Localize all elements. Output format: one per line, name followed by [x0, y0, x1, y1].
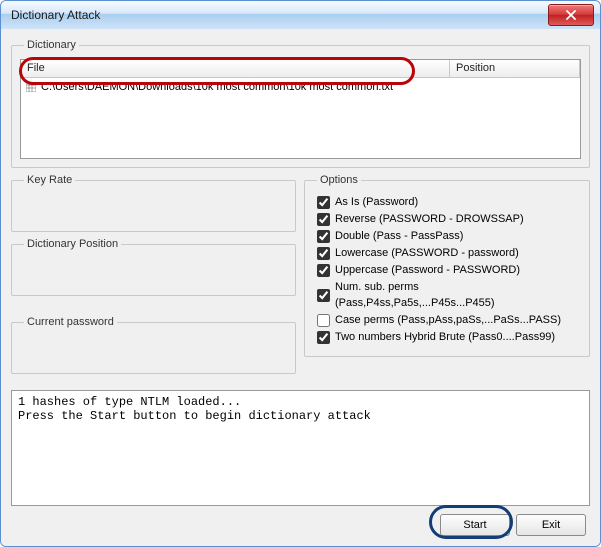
option-label: Two numbers Hybrid Brute (Pass0....Pass9… [335, 329, 555, 345]
option-checkbox[interactable] [317, 213, 330, 226]
options-legend: Options [317, 174, 361, 186]
option-checkbox[interactable] [317, 247, 330, 260]
option-checkbox[interactable] [317, 289, 330, 302]
option-checkbox[interactable] [317, 264, 330, 277]
option-row[interactable]: Reverse (PASSWORD - DROWSSAP) [317, 211, 581, 227]
option-row[interactable]: Double (Pass - PassPass) [317, 228, 581, 244]
option-row[interactable]: Two numbers Hybrid Brute (Pass0....Pass9… [317, 329, 581, 345]
option-label: Num. sub. perms (Pass,P4ss,Pa5s,...P45s.… [335, 279, 581, 311]
column-header-file[interactable]: File [21, 60, 450, 78]
option-checkbox[interactable] [317, 331, 330, 344]
close-icon [565, 10, 577, 20]
option-label: As Is (Password) [335, 194, 418, 210]
dictionary-legend: Dictionary [24, 39, 79, 51]
grid-icon [25, 81, 37, 93]
column-header-position[interactable]: Position [450, 60, 580, 78]
option-label: Reverse (PASSWORD - DROWSSAP) [335, 211, 524, 227]
file-list-body: C:\Users\DAEMON\Downloads\10k most commo… [21, 78, 580, 96]
option-checkbox[interactable] [317, 196, 330, 209]
option-label: Uppercase (Password - PASSWORD) [335, 262, 520, 278]
dictionary-file-path: C:\Users\DAEMON\Downloads\10k most commo… [41, 81, 393, 93]
option-label: Case perms (Pass,pAss,paSs,...PaSs...PAS… [335, 312, 561, 328]
options-group: Options As Is (Password)Reverse (PASSWOR… [304, 174, 590, 357]
dictionary-position-group: Dictionary Position [11, 238, 296, 296]
dictionary-position-legend: Dictionary Position [24, 238, 121, 250]
file-list-header: File Position [21, 60, 580, 78]
option-checkbox[interactable] [317, 314, 330, 327]
current-password-group: Current password [11, 316, 296, 374]
button-row: Start Exit [440, 514, 586, 536]
window-title: Dictionary Attack [11, 8, 548, 22]
start-button[interactable]: Start [440, 514, 510, 536]
current-password-legend: Current password [24, 316, 117, 328]
exit-button[interactable]: Exit [516, 514, 586, 536]
window: Dictionary Attack Dictionary File Positi… [0, 0, 601, 547]
option-row[interactable]: Lowercase (PASSWORD - password) [317, 245, 581, 261]
close-button[interactable] [548, 4, 594, 26]
table-row[interactable]: C:\Users\DAEMON\Downloads\10k most commo… [21, 78, 580, 96]
option-row[interactable]: Num. sub. perms (Pass,P4ss,Pa5s,...P45s.… [317, 279, 581, 311]
dictionary-group: Dictionary File Position C:\Users [11, 39, 590, 168]
key-rate-group: Key Rate [11, 174, 296, 232]
titlebar: Dictionary Attack [1, 1, 600, 30]
option-label: Lowercase (PASSWORD - password) [335, 245, 519, 261]
dictionary-file-list[interactable]: File Position C:\Users\DAEMON\Downloads\… [20, 59, 581, 159]
option-label: Double (Pass - PassPass) [335, 228, 463, 244]
option-row[interactable]: As Is (Password) [317, 194, 581, 210]
option-checkbox[interactable] [317, 230, 330, 243]
option-row[interactable]: Case perms (Pass,pAss,paSs,...PaSs...PAS… [317, 312, 581, 328]
log-output[interactable]: 1 hashes of type NTLM loaded... Press th… [11, 390, 590, 506]
key-rate-legend: Key Rate [24, 174, 75, 186]
client-area: Dictionary File Position C:\Users [1, 29, 600, 546]
option-row[interactable]: Uppercase (Password - PASSWORD) [317, 262, 581, 278]
